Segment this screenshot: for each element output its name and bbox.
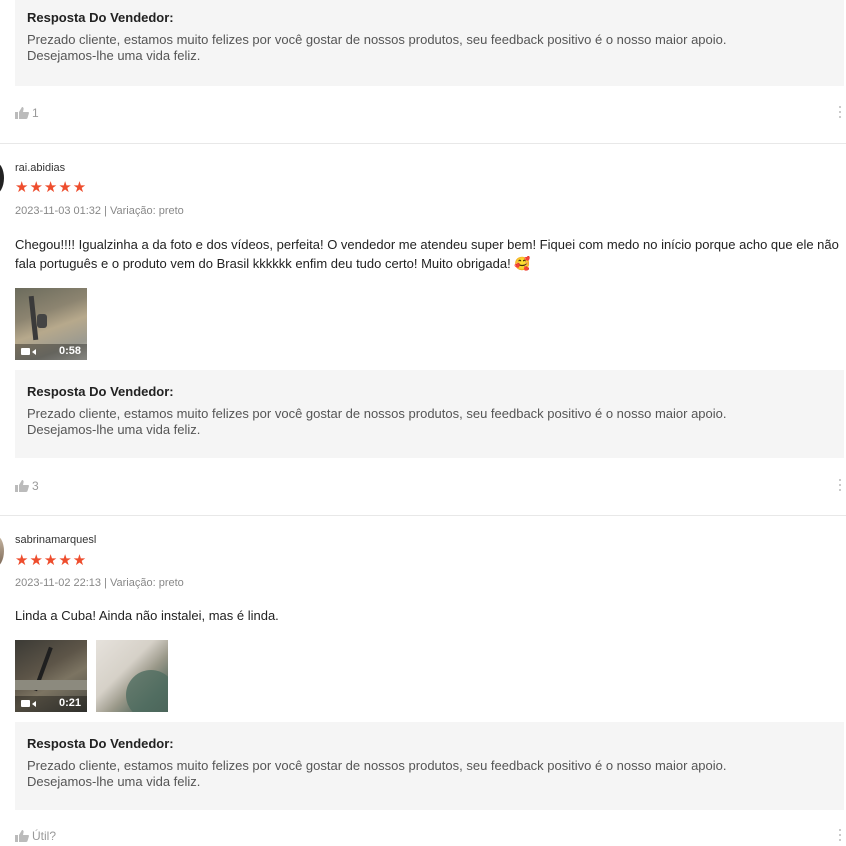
faucet-handle	[37, 314, 47, 328]
seller-reply-text: Prezado cliente, estamos muito felizes p…	[27, 406, 727, 437]
video-badge: 0:58	[15, 344, 87, 360]
like-button[interactable]: Útil?	[15, 829, 56, 843]
seller-reply-title: Resposta Do Vendedor:	[27, 384, 174, 399]
more-vertical-icon[interactable]	[838, 106, 842, 121]
thumbs-up-icon	[15, 107, 29, 119]
rating-stars: ★★★★★	[15, 179, 88, 196]
thumbs-up-icon	[15, 830, 29, 842]
like-button[interactable]: 3	[15, 479, 39, 493]
avatar	[0, 162, 4, 194]
sink-edge	[15, 680, 87, 690]
rating-stars: ★★★★★	[15, 552, 88, 569]
avatar	[0, 535, 4, 567]
more-vertical-icon[interactable]	[838, 479, 842, 494]
seller-reply: Resposta Do Vendedor: Prezado cliente, e…	[15, 370, 844, 458]
review-divider	[0, 143, 846, 144]
seller-reply-title: Resposta Do Vendedor:	[27, 10, 174, 25]
review-video-thumbnail[interactable]: 0:58	[15, 288, 87, 360]
like-count: Útil?	[32, 829, 57, 843]
seller-reply-title: Resposta Do Vendedor:	[27, 736, 174, 751]
like-button[interactable]: 1	[15, 106, 39, 120]
video-duration: 0:21	[58, 697, 81, 709]
more-vertical-icon[interactable]	[838, 829, 842, 844]
video-camera-icon	[21, 700, 36, 707]
review-divider	[0, 515, 846, 516]
seller-reply: Resposta Do Vendedor: Prezado cliente, e…	[15, 0, 844, 86]
like-count: 3	[32, 479, 39, 493]
seller-reply-text: Prezado cliente, estamos muito felizes p…	[27, 32, 727, 63]
photo-object	[126, 670, 168, 712]
review-meta: 2023-11-03 01:32 | Variação: preto	[15, 205, 184, 217]
seller-reply: Resposta Do Vendedor: Prezado cliente, e…	[15, 722, 844, 810]
like-count: 1	[32, 106, 39, 120]
review-photo-thumbnail[interactable]	[96, 640, 168, 712]
seller-reply-text: Prezado cliente, estamos muito felizes p…	[27, 758, 727, 789]
review-username: sabrinamarquesl	[15, 534, 97, 546]
video-badge: 0:21	[15, 696, 87, 712]
review-text: Chegou!!!! Igualzinha a da foto e dos ví…	[15, 237, 839, 271]
review-video-thumbnail[interactable]: 0:21	[15, 640, 87, 712]
review-username: rai.abidias	[15, 162, 66, 174]
thumbs-up-icon	[15, 480, 29, 492]
video-camera-icon	[21, 348, 36, 355]
review-text: Linda a Cuba! Ainda não instalei, mas é …	[15, 608, 279, 623]
review-meta: 2023-11-02 22:13 | Variação: preto	[15, 577, 184, 589]
video-duration: 0:58	[58, 345, 81, 357]
